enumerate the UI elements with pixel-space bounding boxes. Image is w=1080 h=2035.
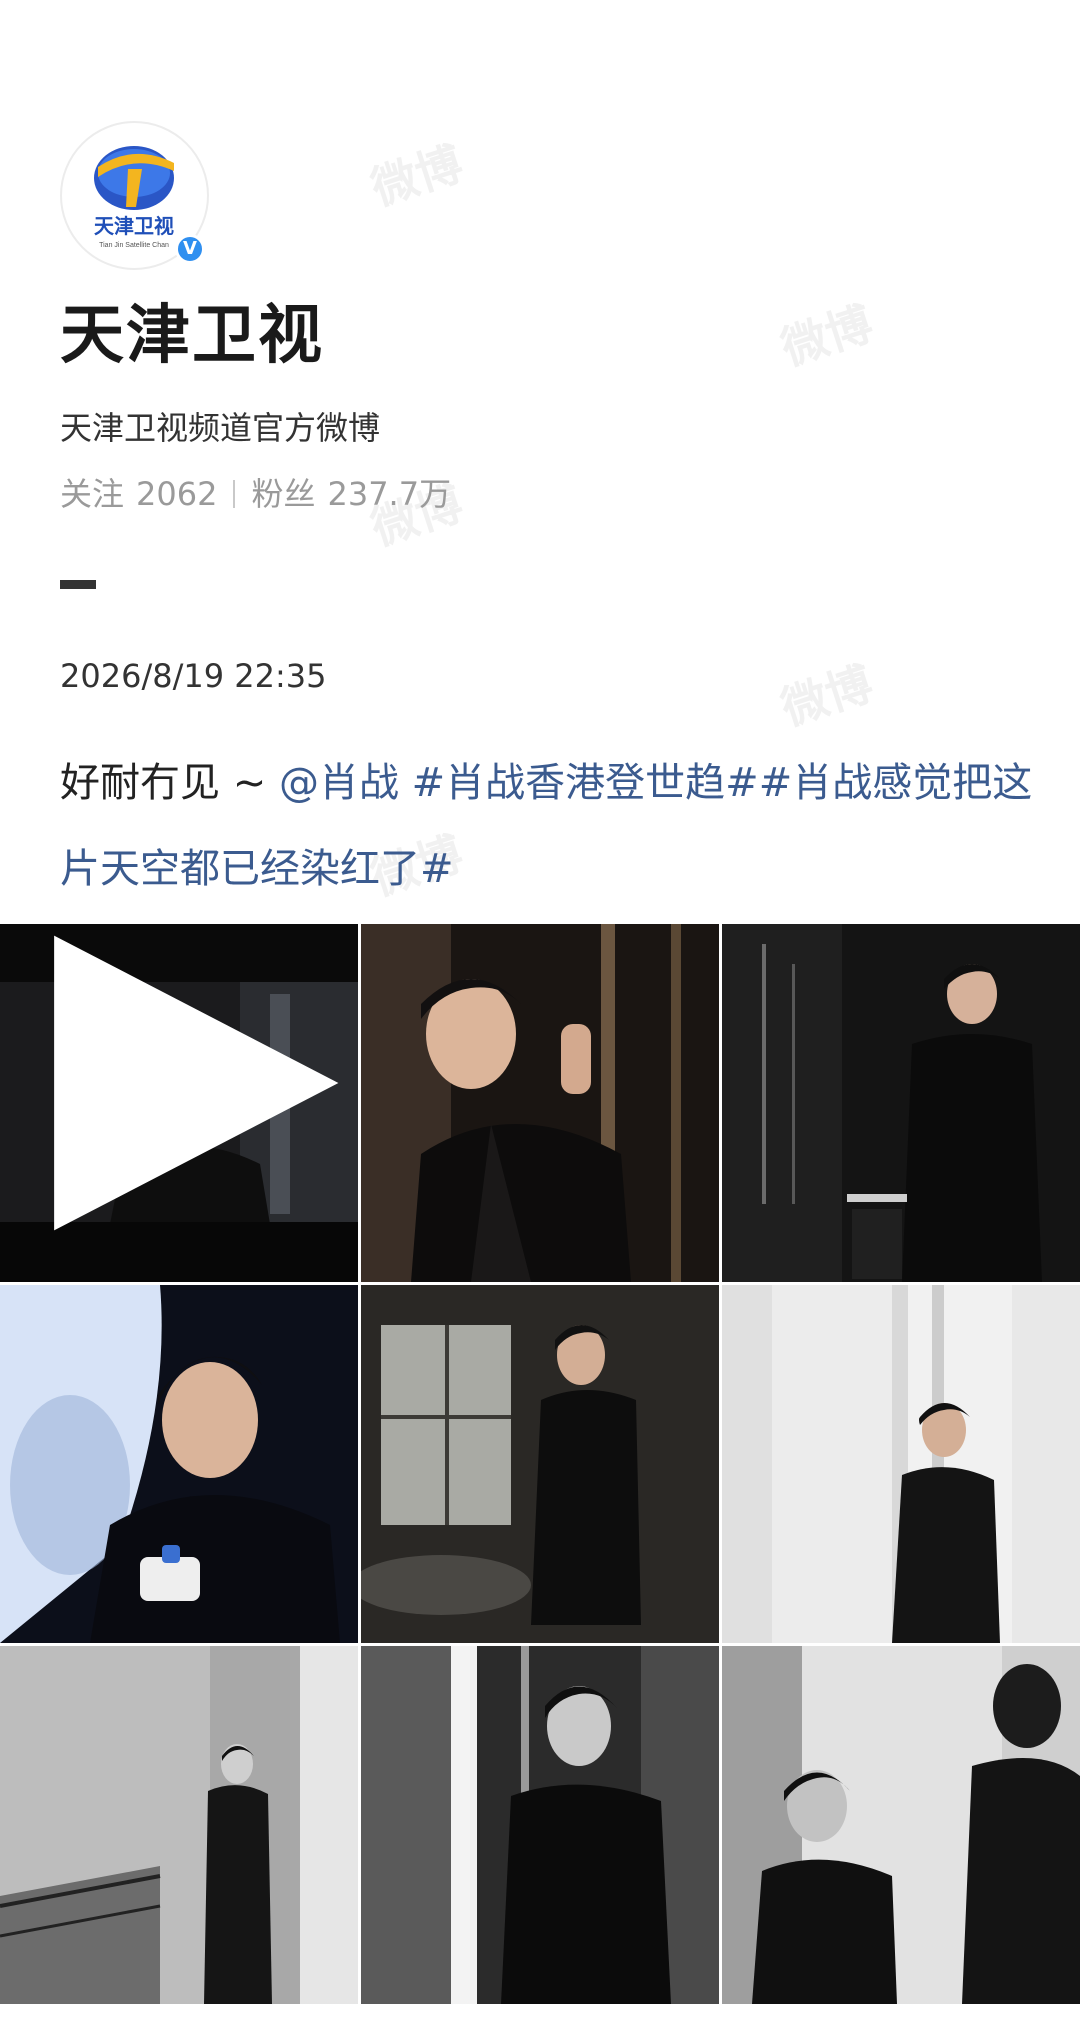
post-text: 好耐冇见 ~ @肖战 #肖战香港登世趋##肖战感觉把这片天空都已经染红了# xyxy=(60,740,1040,912)
following-count[interactable]: 2062 xyxy=(136,475,217,513)
photo-image xyxy=(0,1285,358,1643)
watermark: 微博 xyxy=(774,655,880,736)
watermark: 微博 xyxy=(364,135,470,216)
play-icon[interactable] xyxy=(12,924,358,1262)
photo-image xyxy=(722,1285,1080,1643)
photo-image xyxy=(361,1646,719,2004)
photo-image xyxy=(361,1285,719,1643)
photo-image xyxy=(0,1646,358,2004)
mention-link[interactable]: @肖战 xyxy=(279,760,399,806)
photo-image xyxy=(722,1646,1080,2004)
photo-2[interactable] xyxy=(361,924,719,1282)
section-divider xyxy=(60,580,96,589)
followers-count[interactable]: 237.7万 xyxy=(327,475,451,513)
logo-text: 天津卫视 xyxy=(94,215,174,238)
account-stats: 关注 2062 粉丝 237.7万 xyxy=(60,470,451,518)
logo-subtext: Tian Jin Satellite Chan xyxy=(99,242,169,249)
post-date: 2026/8/19 22:35 xyxy=(60,657,327,695)
photo-6[interactable] xyxy=(722,1285,1080,1643)
photo-5[interactable] xyxy=(361,1285,719,1643)
photo-3[interactable] xyxy=(722,924,1080,1282)
photo-image xyxy=(722,924,1080,1282)
hashtag-link[interactable]: #肖战香港登世趋# xyxy=(399,760,759,806)
followers-label[interactable]: 粉丝 xyxy=(251,475,315,513)
photo-9[interactable] xyxy=(722,1646,1080,2004)
photo-1[interactable] xyxy=(0,924,358,1282)
photo-image xyxy=(361,924,719,1282)
account-bio: 天津卫视频道官方微博 xyxy=(60,409,381,447)
post-text-body: 好耐冇见 ~ xyxy=(60,760,279,806)
following-label[interactable]: 关注 xyxy=(60,475,124,513)
watermark: 微博 xyxy=(774,295,880,376)
photo-8[interactable] xyxy=(361,1646,719,2004)
stats-divider xyxy=(233,480,236,508)
photo-7[interactable] xyxy=(0,1646,358,2004)
avatar[interactable]: 天津卫视 Tian Jin Satellite Chan V xyxy=(60,121,209,270)
photo-grid xyxy=(0,924,1080,2004)
verified-badge-icon: V xyxy=(175,234,205,264)
account-name[interactable]: 天津卫视 xyxy=(60,288,324,384)
photo-4[interactable] xyxy=(0,1285,358,1643)
